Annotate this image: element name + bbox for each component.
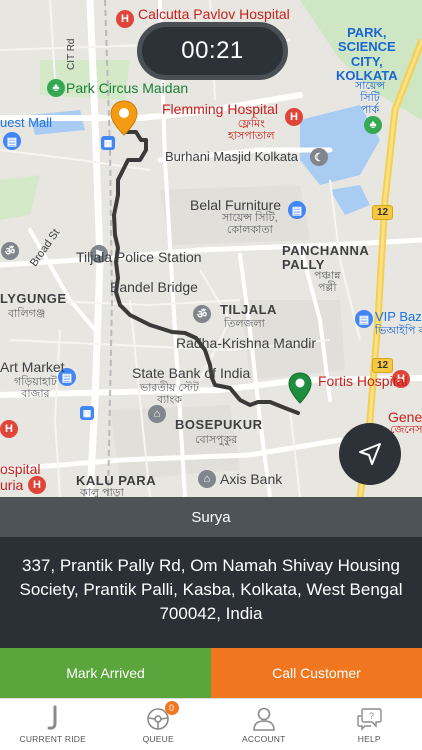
bosepukur-label: BOSEPUKUR [175,417,263,432]
shopping-icon: ▤ [288,201,306,219]
tab-current-ride[interactable]: CURRENT RIDE [0,699,106,750]
art-market-bn-label: গড়িয়াহাট বাজার [14,376,57,401]
tab-queue[interactable]: 0 QUEUE [106,699,212,750]
park-icon: ♣ [47,79,65,97]
uria-label: uria [0,477,24,493]
map-view[interactable]: H H H H H ♣ ♣ ▤ ▤ ▤ ▤ ☾ ॐ ॐ ⚑ ⌂ ⌂ Calcut… [0,0,422,497]
tiljala-label: TILJALA [220,302,277,317]
ballygunge-bn-label: বালিগঞ্জ [8,308,46,320]
dropoff-pin[interactable] [288,372,312,404]
ride-timer: 00:21 [137,22,288,80]
science-city-bn-label: সায়েন্স সিটি পার্ক [355,80,386,117]
quest-mall-label: uest Mall [0,115,53,130]
park-icon: ♣ [364,116,382,134]
bosepukur-bn-label: বোসপুকুর [195,434,238,446]
sbi-label: State Bank of India [132,365,251,381]
hospital-icon: H [116,10,134,28]
hospital-icon: H [28,476,46,494]
temple-icon: ॐ [193,305,211,323]
tab-help[interactable]: ? HELP [317,699,422,750]
user-icon [252,707,275,731]
bandel-bridge-label: Bandel Bridge [110,279,198,295]
tiljala-police-label: Tiljala Police Station [76,249,202,265]
burhani-label: Burhani Masjid Kolkata [165,149,298,164]
flemming-bn-label: ফ্লেমিং হাসপাতাল [228,118,275,143]
navigation-arrow-icon [359,443,381,465]
belal-bn-label: সায়েন্স সিটি, কোলকাতা [222,212,278,237]
shopping-icon: ▤ [355,310,373,328]
temple-icon: ॐ [1,242,19,260]
tab-label: ACCOUNT [242,734,286,744]
tab-account[interactable]: ACCOUNT [211,699,317,750]
recenter-location-button[interactable] [339,423,401,485]
calcutta-pavlov-label: Calcutta Pavlov Hospital [138,6,290,22]
pickup-pin[interactable] [110,100,138,136]
tab-label: QUEUE [142,734,174,744]
ballygunge-label: LYGUNGE [0,291,67,306]
hospital-icon: H [0,420,18,438]
metro-icon: ▦ [101,136,115,150]
tiljala-bn-label: তিলজলা [224,318,265,330]
highway-12-shield: 12 [372,205,394,220]
flemming-label: Flemming Hospital [162,101,278,117]
axis-bank-label: Axis Bank [220,471,283,487]
science-city-label: PARK, SCIENCE CITY, KOLKATA [336,25,398,83]
mark-arrived-button[interactable]: Mark Arrived [0,648,211,698]
bottom-tab-bar: CURRENT RIDE 0 QUEUE ACCOUNT ? HELP [0,698,422,750]
panchanna-bn-label: পঞ্চান্ন পল্লী [314,270,341,295]
help-chat-icon: ? [357,708,382,731]
highway-12-shield: 12 [372,358,394,373]
kalu-para-bn-label: কালু পাড়া [80,487,124,497]
bank-icon: ⌂ [148,405,166,423]
mosque-icon: ☾ [310,148,328,166]
vip-baz-bn-label: ভিআইপি ব [375,325,422,337]
customer-name: Surya [0,497,422,537]
ride-icon [47,705,57,730]
tab-label: HELP [357,734,381,744]
sbi-bn-label: ভারতীয় স্টেট ব্যাংক [140,382,199,407]
vip-baz-label: VIP Baz [375,309,422,324]
hospital-icon: H [285,108,303,126]
park-circus-label: Park Circus Maidan [66,80,189,96]
call-customer-button[interactable]: Call Customer [211,648,422,698]
tab-label: CURRENT RIDE [19,734,86,744]
cit-rd-label: CIT Rd [66,38,77,71]
panchanna-label: PANCHANNA PALLY [282,243,370,273]
customer-address: 337, Prantik Pally Rd, Om Namah Shivay H… [0,537,422,648]
radha-krishna-label: Radha-Krishna Mandir [176,335,317,351]
metro-icon: ▦ [80,406,94,420]
hospital-left-label: ospital [0,461,41,477]
art-market-label: Art Market [0,359,65,375]
queue-count-badge: 0 [164,701,179,715]
bank-icon: ⌂ [198,470,216,488]
genes-bn-label: জেনেস [390,424,422,436]
fortis-label: Fortis Hospital [318,373,408,389]
shopping-icon: ▤ [3,132,21,150]
svg-text:?: ? [369,711,374,721]
